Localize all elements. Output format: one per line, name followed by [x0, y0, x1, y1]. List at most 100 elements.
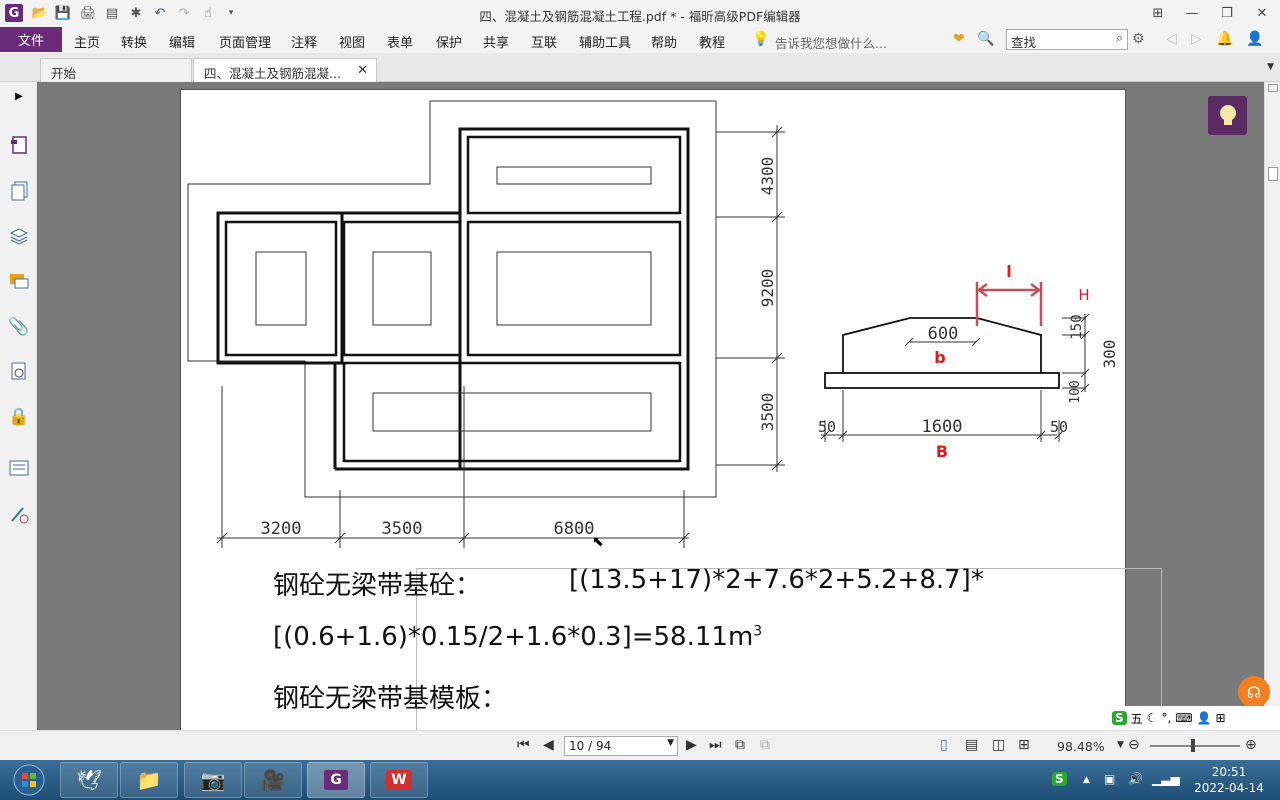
first-page-icon[interactable]: ⏮ — [517, 737, 530, 753]
page-number-input[interactable]: 10 / 94 ▼ — [564, 736, 678, 756]
zoom-dropdown-icon[interactable]: ▼ — [1117, 740, 1124, 750]
continuous-facing-icon[interactable]: ⊞ — [1018, 737, 1030, 753]
minimize-button[interactable]: — — [1178, 3, 1206, 23]
section-top-width: 600 — [928, 324, 959, 344]
heart-icon[interactable]: ❤ — [953, 31, 965, 47]
menu-protect[interactable]: 保护 — [436, 32, 462, 51]
form-fields-icon[interactable] — [8, 457, 30, 479]
menu-tutorial[interactable]: 教程 — [699, 32, 725, 51]
menu-share[interactable]: 共享 — [483, 32, 509, 51]
menu-page-management[interactable]: 页面管理 — [219, 32, 271, 51]
single-page-icon[interactable]: ▯ — [940, 737, 948, 753]
calc-line2-formula: [(0.6+1.6)*0.15/2+1.6*0.3]=58.11m3 — [273, 622, 762, 652]
tab-start[interactable]: 开始 — [40, 58, 192, 82]
tray-device-icon[interactable]: ▣ — [1104, 772, 1115, 786]
user-icon[interactable]: 👤 — [1197, 711, 1212, 725]
section-base-width: 1600 — [922, 417, 963, 437]
menu-accessibility[interactable]: 辅助工具 — [579, 32, 631, 51]
menu-help[interactable]: 帮助 — [651, 32, 677, 51]
forward-icon[interactable]: ▷ — [1191, 31, 1202, 47]
ime-toolbar[interactable]: S 五 ☾ °, ⌨ 👤 ⊞ — [1108, 706, 1280, 730]
taskbar-video-app-icon[interactable]: 🎥 — [244, 762, 302, 798]
zoom-out-icon[interactable]: ⊖ — [1128, 737, 1140, 753]
restore-button[interactable]: ❐ — [1213, 3, 1241, 23]
ime-mode[interactable]: 五 — [1131, 710, 1143, 727]
taskbar-bird-app-icon[interactable]: 🕊 — [60, 762, 118, 798]
menu-home[interactable]: 主页 — [74, 32, 100, 51]
previous-view-icon[interactable]: ⧉ — [735, 737, 745, 753]
search-icon[interactable]: ⌕ — [1116, 31, 1123, 46]
pdf-page[interactable]: 4300 9200 3500 3200 3500 6800 600 1600 5… — [180, 89, 1162, 730]
section-edge-left: 50 — [818, 418, 836, 436]
menu-edit[interactable]: 编辑 — [169, 32, 195, 51]
apps-icon[interactable]: ⊞ — [1216, 711, 1226, 725]
moon-icon[interactable]: ☾ — [1147, 711, 1158, 725]
notification-icon[interactable]: 🔔 — [1216, 31, 1233, 47]
tray-network-icon[interactable]: ▁▃▅ — [1152, 772, 1180, 786]
start-button[interactable] — [3, 760, 55, 800]
taskbar-foxit-icon[interactable]: G — [307, 762, 365, 798]
section-height-total: 300 — [1100, 340, 1119, 369]
sogou-logo-icon[interactable]: S — [1112, 711, 1127, 725]
menu-view[interactable]: 视图 — [339, 32, 365, 51]
scroll-up-icon[interactable] — [1268, 84, 1278, 92]
lock-icon[interactable]: 🔒 — [8, 406, 30, 428]
account-icon[interactable]: 👤 — [1246, 31, 1263, 47]
zoom-slider-thumb[interactable] — [1191, 739, 1195, 752]
tray-volume-icon[interactable]: 🔊 — [1128, 772, 1143, 786]
mouse-cursor-icon: ⬉ — [592, 534, 604, 550]
settings-icon[interactable]: ⚙ — [1132, 31, 1145, 47]
scroll-thumb[interactable] — [1268, 167, 1278, 181]
attachment-icon[interactable]: 📎 — [8, 316, 30, 338]
zoom-slider[interactable] — [1150, 745, 1240, 747]
next-view-icon[interactable]: ⧉ — [760, 737, 770, 753]
menu-bar: 文件 主页 转换 编辑 页面管理 注释 视图 表单 保护 共享 互联 辅助工具 … — [0, 27, 1280, 53]
expand-panel-icon[interactable]: ▶ — [8, 85, 30, 107]
signature-icon[interactable] — [8, 361, 30, 383]
taskbar-explorer-icon[interactable]: 📁 — [120, 762, 178, 798]
zoom-in-icon[interactable]: ⊕ — [1245, 737, 1257, 753]
label-B: B — [936, 442, 948, 461]
ribbon-options-icon[interactable]: ⊞ — [1144, 3, 1172, 23]
tell-me-input[interactable]: 告诉我您想做什么... — [775, 33, 887, 52]
tab-list-icon[interactable]: ▼ — [1267, 62, 1274, 72]
close-button[interactable]: ✕ — [1248, 3, 1276, 23]
tab-document[interactable]: 四、混凝土及钢筋混凝... ✕ — [193, 58, 377, 82]
close-tab-icon[interactable]: ✕ — [357, 63, 368, 78]
facing-page-icon[interactable]: ◫ — [992, 737, 1005, 753]
file-menu[interactable]: 文件 — [0, 27, 62, 52]
label-l: l — [1006, 262, 1011, 281]
back-icon[interactable]: ◁ — [1166, 31, 1177, 47]
pages-icon[interactable] — [8, 180, 30, 202]
punctuation-icon[interactable]: °, — [1161, 711, 1171, 725]
taskbar-wps-icon[interactable]: W — [370, 762, 428, 798]
menu-form[interactable]: 表单 — [387, 32, 413, 51]
next-page-icon[interactable]: ▶ — [686, 737, 697, 753]
search-options-icon[interactable]: 🔍 — [977, 31, 994, 47]
taskbar-camera-app-icon[interactable]: 📷 — [184, 762, 242, 798]
last-page-icon[interactable]: ⏭ — [709, 737, 722, 753]
tray-ime-icon[interactable]: S — [1052, 772, 1067, 786]
search-input[interactable]: 查找 ⌕ — [1006, 29, 1128, 50]
menu-connect[interactable]: 互联 — [531, 32, 557, 51]
support-headset-icon[interactable]: ☊ — [1238, 676, 1270, 708]
page-dropdown-icon[interactable]: ▼ — [667, 738, 674, 748]
layers-icon[interactable] — [8, 225, 30, 247]
zoom-level[interactable]: 98.48% — [1057, 739, 1105, 754]
keyboard-icon[interactable]: ⌨ — [1175, 711, 1192, 725]
certify-icon[interactable] — [8, 503, 30, 525]
dim-right-1: 4300 — [758, 157, 777, 196]
menu-comment[interactable]: 注释 — [291, 32, 317, 51]
menu-convert[interactable]: 转换 — [121, 32, 147, 51]
page-thumbnails-icon[interactable] — [8, 134, 30, 156]
previous-page-icon[interactable]: ◀ — [543, 737, 554, 753]
vertical-scrollbar[interactable] — [1264, 82, 1280, 730]
document-canvas[interactable]: 4300 9200 3500 3200 3500 6800 600 1600 5… — [37, 82, 1264, 730]
taskbar-clock[interactable]: 20:51 2022-04-14 — [1182, 764, 1276, 796]
lightbulb-tip-button[interactable] — [1208, 96, 1247, 135]
tray-expand-icon[interactable]: ▲ — [1083, 775, 1090, 785]
lightbulb-icon: 💡 — [752, 31, 770, 47]
comments-icon[interactable] — [8, 270, 30, 292]
continuous-page-icon[interactable]: ▤ — [965, 737, 978, 753]
calc-line1-formula: [(13.5+17)*2+7.6*2+5.2+8.7]* — [569, 565, 984, 595]
